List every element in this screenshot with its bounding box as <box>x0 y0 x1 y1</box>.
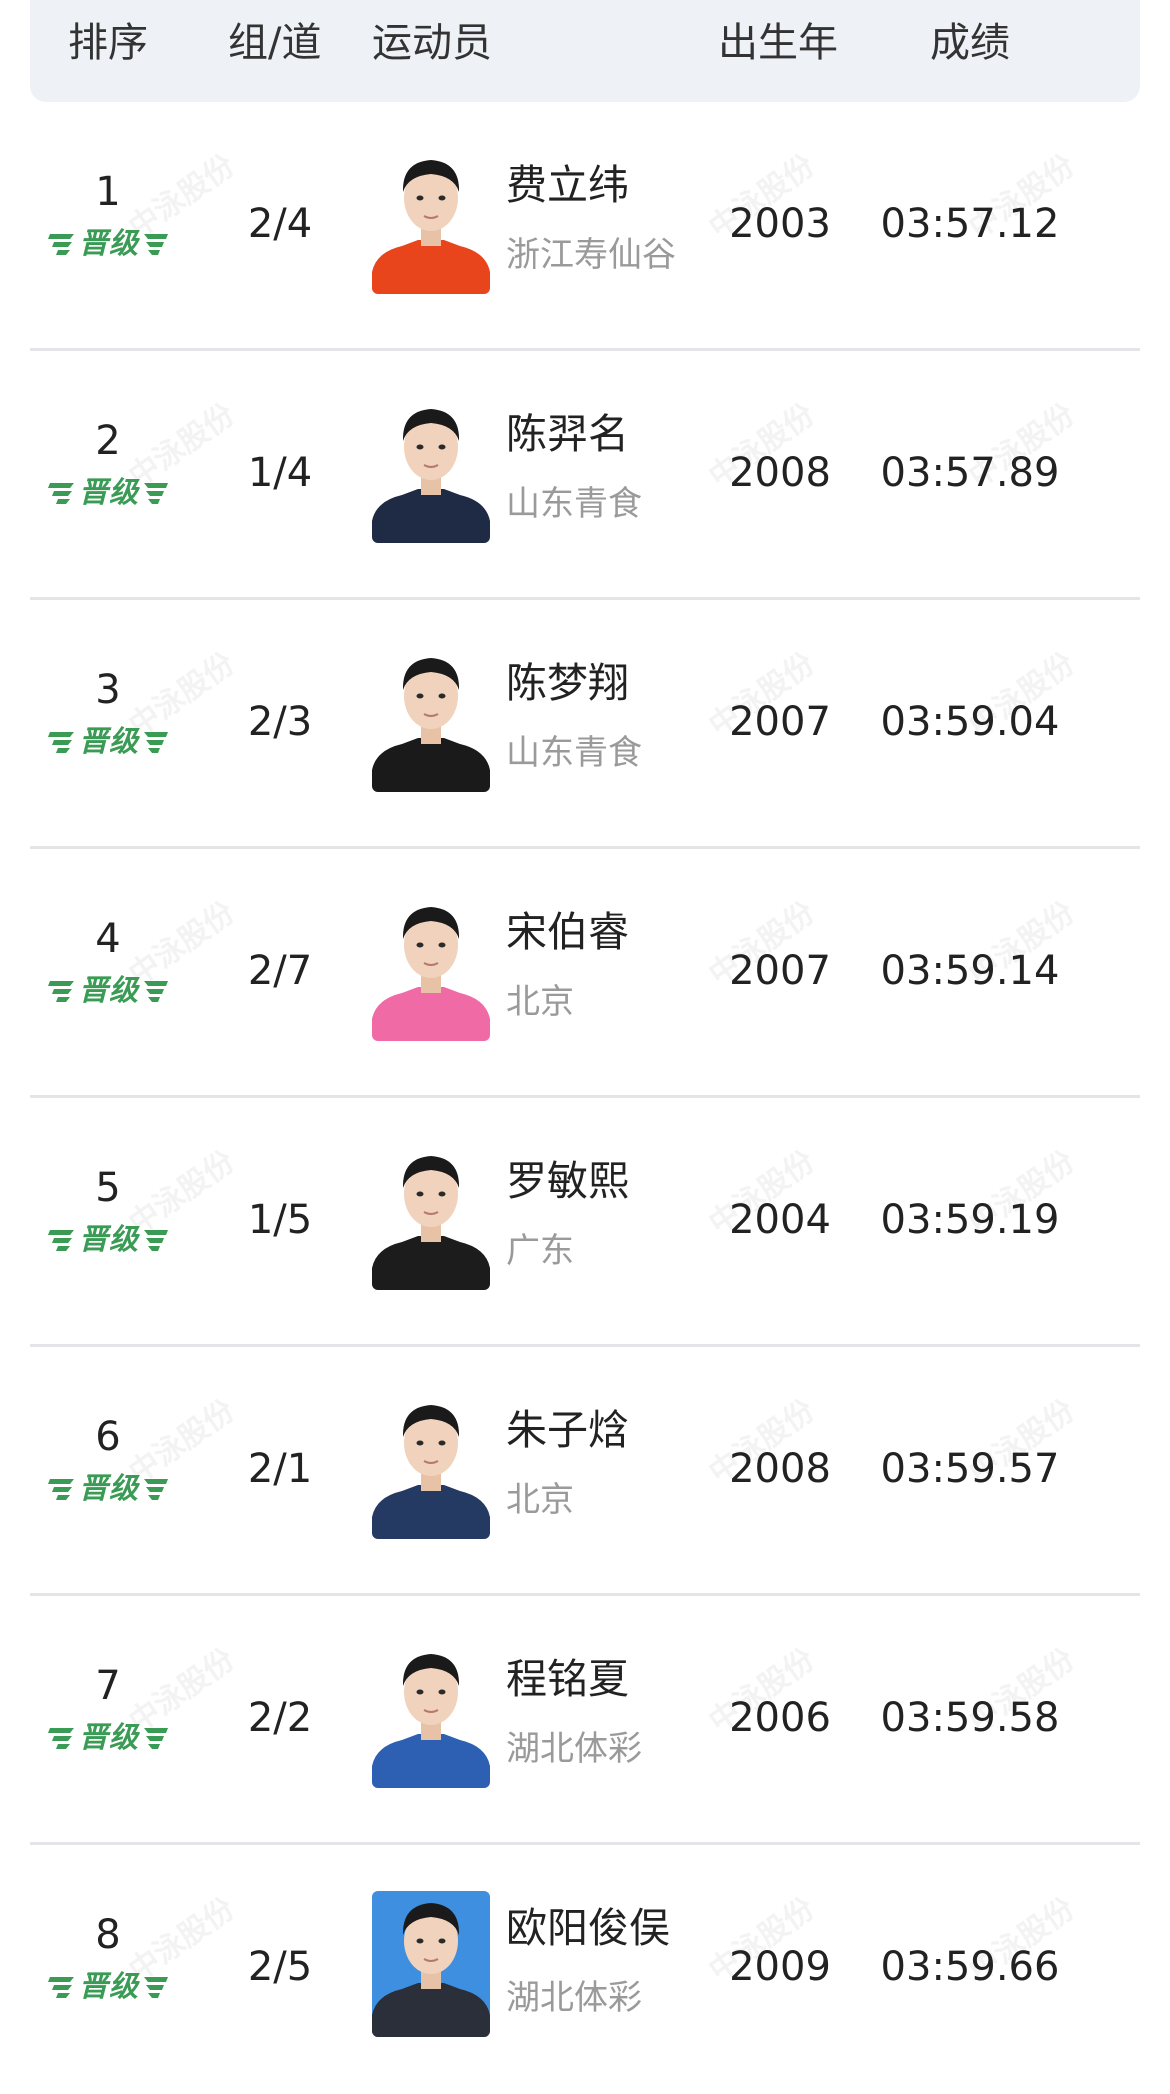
result-time: 03:59.14 <box>880 948 1060 994</box>
athlete-team: 湖北体彩 <box>506 1978 642 2018</box>
rank-number: 3 <box>95 667 121 713</box>
result-time: 03:57.12 <box>880 201 1060 247</box>
table-row[interactable]: 中泳股份 中泳股份 中泳股份 7 晋级 2/2 程铭夏 湖北体彩 2006 03:59.58 <box>0 1596 1170 1845</box>
badge-label: 晋级 <box>78 1969 139 2003</box>
athlete-portrait-icon <box>372 1393 490 1539</box>
athlete-team: 山东青食 <box>506 733 642 773</box>
badge-label: 晋级 <box>78 475 139 509</box>
birth-year: 2007 <box>729 699 831 745</box>
athlete-portrait-icon <box>372 895 490 1041</box>
athlete-team: 北京 <box>506 1480 574 1520</box>
birth-year: 2003 <box>729 201 831 247</box>
result-time: 03:59.57 <box>880 1446 1060 1492</box>
athlete-name: 陈羿名 <box>506 410 629 458</box>
athlete-photo <box>372 895 490 1041</box>
athlete-photo <box>372 1642 490 1788</box>
athlete-portrait-icon <box>372 397 490 543</box>
athlete-name: 欧阳俊俣 <box>506 1904 670 1952</box>
result-time: 03:59.04 <box>880 699 1060 745</box>
qualified-badge: 晋级 <box>48 1467 170 1509</box>
athlete-photo <box>372 397 490 543</box>
result-time: 03:59.58 <box>880 1695 1060 1741</box>
athlete-team: 浙江寿仙谷 <box>506 235 676 275</box>
athlete-portrait-icon <box>372 646 490 792</box>
group-lane: 2/5 <box>247 1944 313 1990</box>
athlete-portrait-icon <box>372 1891 490 2037</box>
badge-label: 晋级 <box>78 1471 139 1505</box>
athlete-name: 朱子焓 <box>506 1406 629 1454</box>
table-row[interactable]: 中泳股份 中泳股份 中泳股份 3 晋级 2/3 陈梦翔 山东青食 2007 03:59.04 <box>0 600 1170 849</box>
table-row[interactable]: 中泳股份 中泳股份 中泳股份 8 晋级 2/5 欧阳俊俣 湖北体彩 2009 03:59.66 <box>0 1845 1170 2094</box>
athlete-photo <box>372 1393 490 1539</box>
athlete-photo <box>372 1144 490 1290</box>
table-row[interactable]: 中泳股份 中泳股份 中泳股份 2 晋级 1/4 陈羿名 山东青食 2008 03:57.89 <box>0 351 1170 600</box>
athlete-team: 广东 <box>506 1231 574 1271</box>
qualified-badge: 晋级 <box>48 720 170 762</box>
qualified-badge: 晋级 <box>48 969 170 1011</box>
birth-year: 2008 <box>729 1446 831 1492</box>
group-lane: 2/1 <box>247 1446 313 1492</box>
athlete-photo <box>372 1891 490 2037</box>
rank-number: 4 <box>95 916 121 962</box>
table-row[interactable]: 中泳股份 中泳股份 中泳股份 4 晋级 2/7 宋伯睿 北京 2007 03:59.14 <box>0 849 1170 1098</box>
badge-label: 晋级 <box>78 1720 139 1754</box>
header-athlete: 运动员 <box>372 20 492 66</box>
table-row[interactable]: 中泳股份 中泳股份 中泳股份 6 晋级 2/1 朱子焓 北京 2008 03:59.57 <box>0 1347 1170 1596</box>
athlete-portrait-icon <box>372 148 490 294</box>
table-row[interactable]: 中泳股份 中泳股份 中泳股份 1 晋级 2/4 费立纬 浙江寿仙谷 2003 03:57.12 <box>0 102 1170 351</box>
athlete-team: 山东青食 <box>506 484 642 524</box>
header-lane: 组/道 <box>228 20 322 66</box>
rank-number: 7 <box>95 1663 121 1709</box>
rank-number: 1 <box>95 169 121 215</box>
athlete-team: 北京 <box>506 982 574 1022</box>
group-lane: 2/4 <box>247 201 313 247</box>
badge-label: 晋级 <box>78 973 139 1007</box>
rank-number: 8 <box>95 1912 121 1958</box>
badge-label: 晋级 <box>78 226 139 260</box>
athlete-name: 陈梦翔 <box>506 659 629 707</box>
group-lane: 1/5 <box>247 1197 313 1243</box>
qualified-badge: 晋级 <box>48 471 170 513</box>
qualified-badge: 晋级 <box>48 1218 170 1260</box>
athlete-name: 程铭夏 <box>506 1655 629 1703</box>
group-lane: 2/3 <box>247 699 313 745</box>
athlete-photo <box>372 646 490 792</box>
birth-year: 2008 <box>729 450 831 496</box>
athlete-photo <box>372 148 490 294</box>
group-lane: 2/7 <box>247 948 313 994</box>
rank-number: 6 <box>95 1414 121 1460</box>
athlete-portrait-icon <box>372 1642 490 1788</box>
qualified-badge: 晋级 <box>48 222 170 264</box>
birth-year: 2006 <box>729 1695 831 1741</box>
header-birth-year: 出生年 <box>718 20 838 66</box>
athlete-name: 费立纬 <box>506 161 629 209</box>
results-list: 中泳股份 中泳股份 中泳股份 1 晋级 2/4 费立纬 浙江寿仙谷 2003 03:57.12 中泳… <box>0 102 1170 2094</box>
badge-label: 晋级 <box>78 724 139 758</box>
rank-number: 2 <box>95 418 121 464</box>
birth-year: 2007 <box>729 948 831 994</box>
result-time: 03:59.19 <box>880 1197 1060 1243</box>
athlete-name: 罗敏熙 <box>506 1157 629 1205</box>
badge-label: 晋级 <box>78 1222 139 1256</box>
qualified-badge: 晋级 <box>48 1716 170 1758</box>
group-lane: 2/2 <box>247 1695 313 1741</box>
table-header: 排序 组/道 运动员 出生年 成绩 <box>30 0 1140 102</box>
athlete-name: 宋伯睿 <box>506 908 629 956</box>
birth-year: 2009 <box>729 1944 831 1990</box>
qualified-badge: 晋级 <box>48 1965 170 2007</box>
table-row[interactable]: 中泳股份 中泳股份 中泳股份 5 晋级 1/5 罗敏熙 广东 2004 03:59.19 <box>0 1098 1170 1347</box>
group-lane: 1/4 <box>247 450 313 496</box>
birth-year: 2004 <box>729 1197 831 1243</box>
header-result: 成绩 <box>930 20 1010 66</box>
rank-number: 5 <box>95 1165 121 1211</box>
result-time: 03:59.66 <box>880 1944 1060 1990</box>
header-rank: 排序 <box>68 20 148 66</box>
athlete-team: 湖北体彩 <box>506 1729 642 1769</box>
result-time: 03:57.89 <box>880 450 1060 496</box>
athlete-portrait-icon <box>372 1144 490 1290</box>
